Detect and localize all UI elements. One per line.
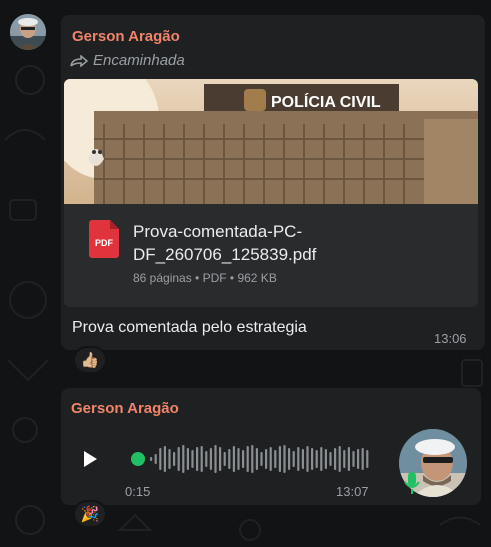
waveform-bar (301, 449, 304, 469)
sender-name[interactable]: Gerson Aragão (71, 400, 179, 417)
message-time: 13:06 (434, 331, 467, 346)
pdf-icon-label: PDF (95, 238, 114, 248)
microphone-icon (404, 472, 420, 494)
waveform-bar (265, 449, 268, 469)
waveform-bar (228, 449, 231, 469)
waveform-bar (196, 447, 199, 471)
waveform-bar (246, 446, 249, 472)
document-attachment[interactable]: POLÍCIA CIVIL PDF Prova-comentada-PC-DF_… (64, 79, 478, 307)
waveform-bar (269, 447, 272, 471)
waveform-bar (209, 448, 212, 470)
forwarded-indicator: Encaminhada (70, 52, 185, 69)
message-caption: Prova comentada pelo estrategia (72, 319, 307, 336)
document-file-name[interactable]: Prova-comentada-PC-DF_260706_125839.pdf (133, 220, 453, 266)
waveform-bar (329, 452, 332, 466)
waveform-bar (177, 447, 180, 471)
waveform-bar (278, 446, 281, 472)
waveform-bar (154, 454, 157, 464)
waveform-bar (283, 445, 286, 473)
message-bubble[interactable]: Gerson Aragão Encaminhada POLÍCIA CIVIL … (61, 15, 485, 350)
playback-scrubber[interactable] (131, 452, 145, 466)
thumbs-up-emoji: 👍🏼 (80, 352, 100, 369)
waveform-bar (361, 448, 364, 470)
waveform-bar (338, 446, 341, 472)
waveform-bar (150, 457, 153, 461)
waveform-bar (219, 447, 222, 471)
waveform-bar (288, 448, 291, 470)
waveform-bar (315, 450, 318, 468)
waveform-bar (357, 449, 360, 469)
waveform-bar (186, 448, 189, 470)
waveform-bar (182, 445, 185, 473)
waveform-bar (251, 445, 254, 473)
waveform-bar (352, 451, 355, 467)
waveform-bar (297, 447, 300, 471)
waveform-bar (159, 448, 162, 470)
sender-avatar[interactable] (10, 14, 46, 50)
waveform-bar (242, 450, 245, 468)
waveform-bar (292, 451, 295, 467)
waveform-bar (173, 452, 176, 466)
document-meta: 86 páginas • PDF • 962 KB (133, 271, 277, 285)
waveform-bar (255, 448, 258, 470)
waveform-bar (260, 452, 263, 466)
waveform-bar (214, 445, 217, 473)
waveform-bar (343, 450, 346, 468)
waveform-bar (223, 452, 226, 466)
waveform-bar (168, 449, 171, 469)
party-popper-emoji: 🎉 (80, 506, 100, 523)
reaction-badge[interactable]: 🎉 (73, 500, 107, 528)
message-time: 13:07 (336, 484, 369, 499)
waveform-bar (205, 451, 208, 467)
waveform-bar (347, 447, 350, 471)
reaction-badge[interactable]: 👍🏼 (73, 346, 107, 374)
waveform-bar (237, 448, 240, 470)
waveform-bar (320, 447, 323, 471)
waveform-bar (232, 446, 235, 472)
forward-icon (70, 54, 88, 67)
waveform-bar (191, 450, 194, 468)
pdf-icon: PDF (89, 220, 119, 258)
waveform-bar (311, 448, 314, 470)
voice-waveform[interactable] (130, 442, 370, 476)
waveform-bar (324, 449, 327, 469)
document-thumbnail[interactable] (64, 79, 478, 204)
waveform-bar (200, 446, 203, 472)
play-icon[interactable] (80, 449, 100, 469)
waveform-bar (366, 450, 369, 468)
sender-avatar-image (10, 14, 46, 50)
forwarded-label: Encaminhada (93, 52, 185, 69)
waveform-bar (306, 446, 309, 472)
voice-duration: 0:15 (125, 484, 151, 499)
waveform-bar (334, 448, 337, 470)
sender-name[interactable]: Gerson Aragão (72, 28, 180, 45)
waveform-bar (274, 450, 277, 468)
waveform-bar (163, 446, 166, 472)
